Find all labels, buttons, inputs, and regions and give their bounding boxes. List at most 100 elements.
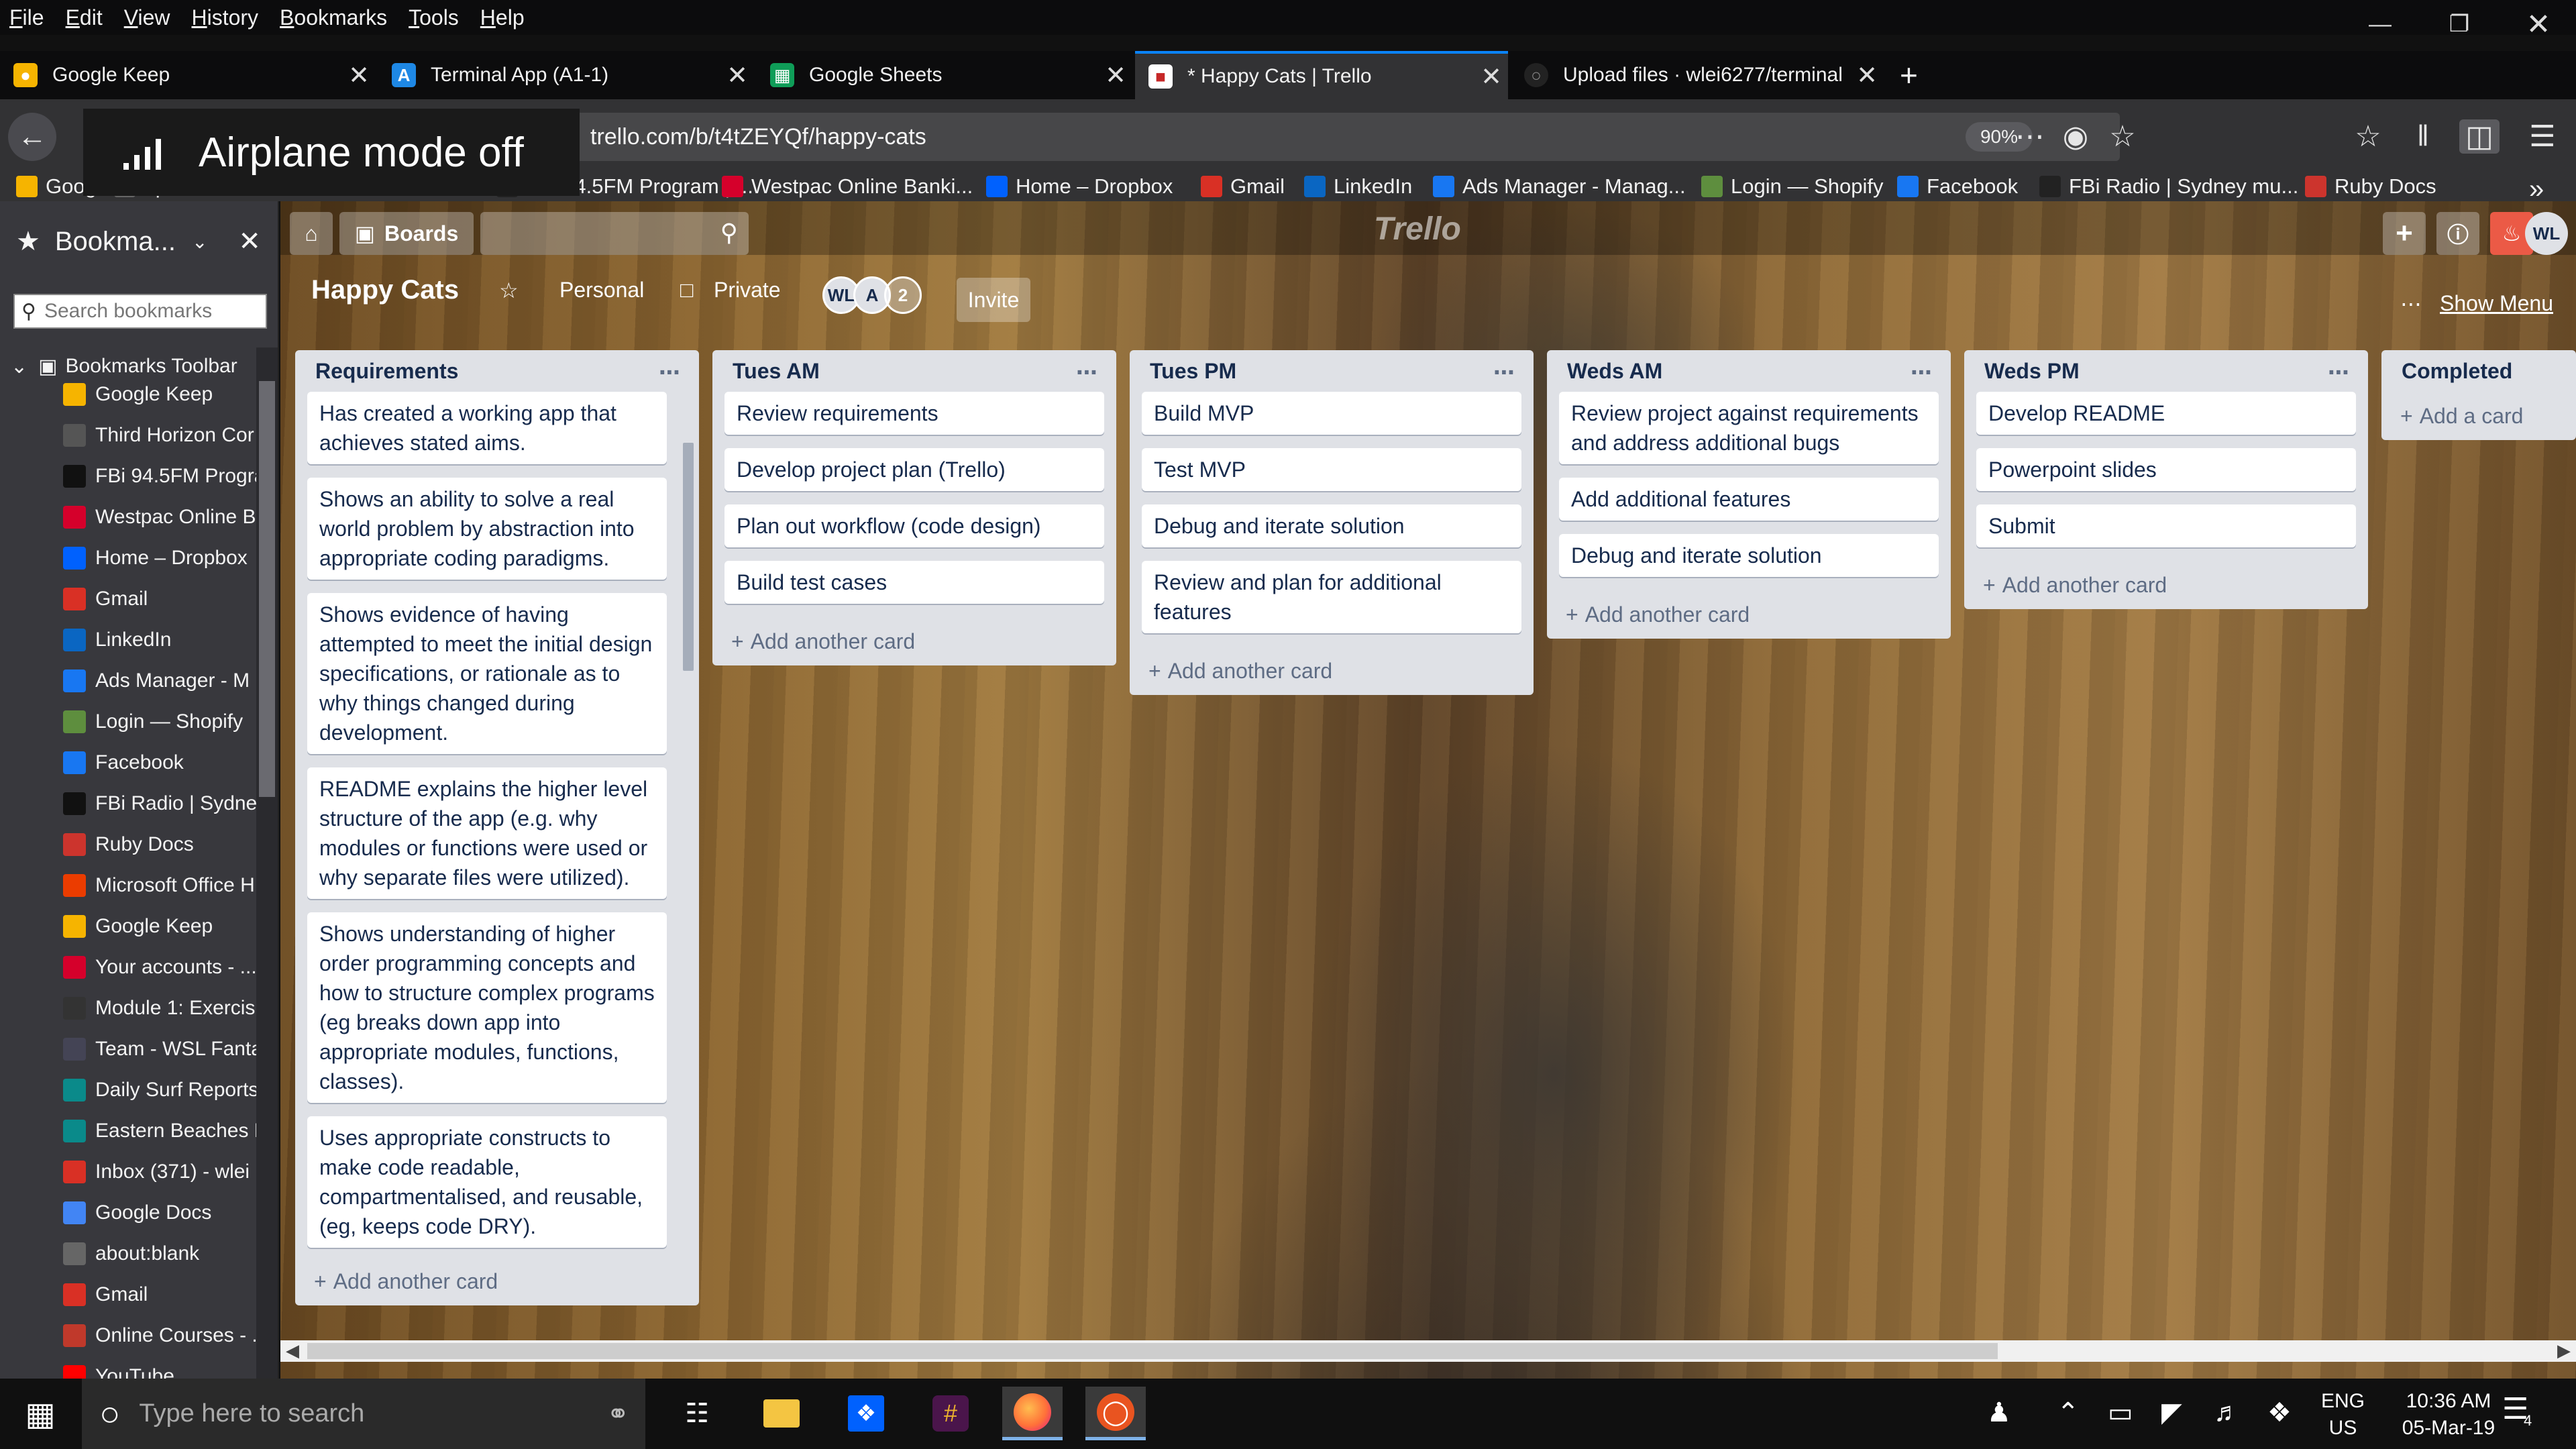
slack-button[interactable]: # (920, 1387, 981, 1440)
card[interactable]: Debug and iterate solution (1559, 534, 1939, 577)
card[interactable]: Develop README (1976, 392, 2356, 435)
tab-close-icon[interactable]: ✕ (1850, 60, 1884, 91)
bookmark-item[interactable]: Facebook (1897, 174, 2018, 199)
bookmark-item[interactable]: Westpac Online Banki... (722, 174, 973, 199)
sidebar-bookmark-item[interactable]: Module 1: Exercis (0, 989, 266, 1027)
card[interactable]: Debug and iterate solution (1142, 504, 1521, 547)
sidebar-bookmark-item[interactable]: YouTube (0, 1358, 266, 1379)
dropbox-tray-icon[interactable]: ❖ (2267, 1397, 2292, 1428)
scroll-right-icon[interactable]: ▶ (2557, 1340, 2571, 1361)
menu-file[interactable]: File (9, 5, 44, 30)
start-button[interactable]: ▦ (0, 1379, 80, 1449)
boards-button[interactable]: ▣ Boards (339, 212, 474, 255)
tab-google-sheets[interactable]: ▦ Google Sheets ✕ (757, 51, 1132, 99)
library-icon[interactable]: ‖ (2403, 119, 2443, 153)
sidebar-bookmark-item[interactable]: Westpac Online B (0, 498, 266, 536)
sidebar-bookmark-item[interactable]: Your accounts - ... (0, 949, 266, 986)
sidebar-bookmark-item[interactable]: Eastern Beaches D (0, 1112, 266, 1150)
chevron-up-icon[interactable]: ⌃ (2057, 1397, 2080, 1428)
card[interactable]: Shows evidence of having attempted to me… (307, 593, 667, 754)
sidebar-bookmark-item[interactable]: Gmail (0, 1276, 266, 1313)
list-title[interactable]: Weds AM (1547, 350, 1951, 392)
menu-history[interactable]: History (191, 5, 258, 30)
sidebar-scroll-thumb[interactable] (259, 381, 275, 797)
sidebar-bookmark-item[interactable]: Online Courses - ... (0, 1317, 266, 1354)
add-card-button[interactable]: + Add a card (2381, 392, 2576, 440)
list-menu-icon[interactable]: ⋯ (1911, 360, 1932, 385)
add-card-button[interactable]: + Add another card (1130, 647, 1534, 695)
add-card-button[interactable]: + Add another card (1964, 561, 2368, 609)
sidebar-bookmark-item[interactable]: FBi Radio | Sydney (0, 785, 266, 822)
menu-bookmarks[interactable]: Bookmarks (280, 5, 387, 30)
file-explorer-button[interactable] (751, 1387, 812, 1440)
firefox-button[interactable] (1002, 1387, 1063, 1440)
create-button[interactable]: + (2383, 212, 2426, 255)
scroll-left-icon[interactable]: ◀ (286, 1340, 299, 1361)
tab-terminal-app[interactable]: A Terminal App (A1-1) ✕ (378, 51, 754, 99)
restore-button[interactable]: ❐ (2424, 0, 2494, 48)
close-sidebar-icon[interactable]: ✕ (238, 226, 261, 257)
list-title[interactable]: Requirements (295, 350, 699, 392)
sidebar-toggle-icon[interactable]: ◫ (2459, 119, 2500, 154)
ubuntu-button[interactable]: ◯ (1085, 1387, 1146, 1440)
card[interactable]: Shows an ability to solve a real world p… (307, 478, 667, 580)
tab-close-icon[interactable]: ✕ (1474, 62, 1508, 92)
star-board-icon[interactable]: ☆ (499, 278, 519, 303)
horizontal-scrollbar[interactable]: ◀ ▶ (280, 1340, 2576, 1362)
sidebar-bookmark-item[interactable]: Home – Dropbox (0, 539, 266, 577)
card[interactable]: Uses appropriate constructs to make code… (307, 1116, 667, 1248)
sidebar-bookmark-item[interactable]: about:blank (0, 1235, 266, 1273)
list-menu-icon[interactable]: ⋯ (1493, 360, 1515, 385)
bookmark-item[interactable]: Home – Dropbox (986, 174, 1173, 199)
add-card-button[interactable]: + Add another card (1547, 590, 1951, 639)
sidebar-bookmark-item[interactable]: LinkedIn (0, 621, 266, 659)
member-count[interactable]: 2 (884, 276, 922, 314)
trello-search-input[interactable]: ⚲ (480, 212, 749, 255)
taskbar-search[interactable]: ○ Type here to search ⚭ (82, 1379, 645, 1449)
tab-close-icon[interactable]: ✕ (1099, 60, 1132, 91)
show-menu-link[interactable]: Show Menu (2440, 291, 2553, 316)
list-title[interactable]: Completed (2381, 350, 2576, 392)
card[interactable]: Build test cases (724, 561, 1104, 604)
list-title[interactable]: Tues PM (1130, 350, 1534, 392)
list-scrollbar[interactable] (680, 402, 696, 1268)
card[interactable]: Review requirements (724, 392, 1104, 435)
sidebar-scrollbar[interactable] (256, 347, 278, 1379)
info-button[interactable]: ⓘ (2436, 212, 2479, 255)
card[interactable]: Review project against requirements and … (1559, 392, 1939, 464)
search-bookmarks-input[interactable]: ⚲ Search bookmarks (13, 294, 267, 329)
task-view-button[interactable]: ☷ (667, 1387, 727, 1440)
menu-edit[interactable]: Edit (66, 5, 103, 30)
card[interactable]: Review and plan for additional features (1142, 561, 1521, 633)
card[interactable]: Develop project plan (Trello) (724, 448, 1104, 491)
sidebar-bookmark-item[interactable]: Daily Surf Reports (0, 1071, 266, 1109)
hamburger-menu-icon[interactable]: ☰ (2522, 119, 2563, 154)
card[interactable]: README explains the higher level structu… (307, 767, 667, 899)
sidebar-bookmark-item[interactable]: Third Horizon Cor (0, 417, 266, 454)
card[interactable]: Has created a working app that achieves … (307, 392, 667, 464)
bookmark-item[interactable]: Ads Manager - Manag... (1433, 174, 1686, 199)
card[interactable]: Test MVP (1142, 448, 1521, 491)
invite-button[interactable]: Invite (957, 278, 1030, 322)
sidebar-bookmark-item[interactable]: Login — Shopify (0, 703, 266, 741)
sidebar-bookmark-item[interactable]: Microsoft Office H (0, 867, 266, 904)
card[interactable]: Shows understanding of higher order prog… (307, 912, 667, 1103)
list-menu-icon[interactable]: ⋯ (2328, 360, 2349, 385)
chevron-down-icon[interactable]: ⌄ (192, 231, 207, 253)
card[interactable]: Submit (1976, 504, 2356, 547)
sidebar-bookmark-item[interactable]: FBi 94.5FM Progra (0, 458, 266, 495)
back-button[interactable]: ← (8, 113, 56, 161)
bookmarks-menu-icon[interactable]: ☆ (2348, 119, 2388, 154)
sidebar-bookmark-item[interactable]: Inbox (371) - wlei (0, 1153, 266, 1191)
sidebar-bookmark-item[interactable]: Google Keep (0, 376, 266, 413)
list-menu-icon[interactable]: ⋯ (659, 360, 680, 385)
card[interactable]: Add additional features (1559, 478, 1939, 521)
board-name[interactable]: Happy Cats (311, 275, 459, 305)
language-indicator[interactable]: ENG US (2321, 1388, 2365, 1442)
card[interactable]: Powerpoint slides (1976, 448, 2356, 491)
sidebar-bookmark-item[interactable]: Ruby Docs (0, 826, 266, 863)
tab-close-icon[interactable]: ✕ (720, 60, 754, 91)
bookmark-item[interactable]: Ruby Docs (2305, 174, 2436, 199)
clock[interactable]: 10:36 AM 05-Mar-19 (2388, 1388, 2509, 1442)
list-scroll-thumb[interactable] (683, 443, 694, 671)
